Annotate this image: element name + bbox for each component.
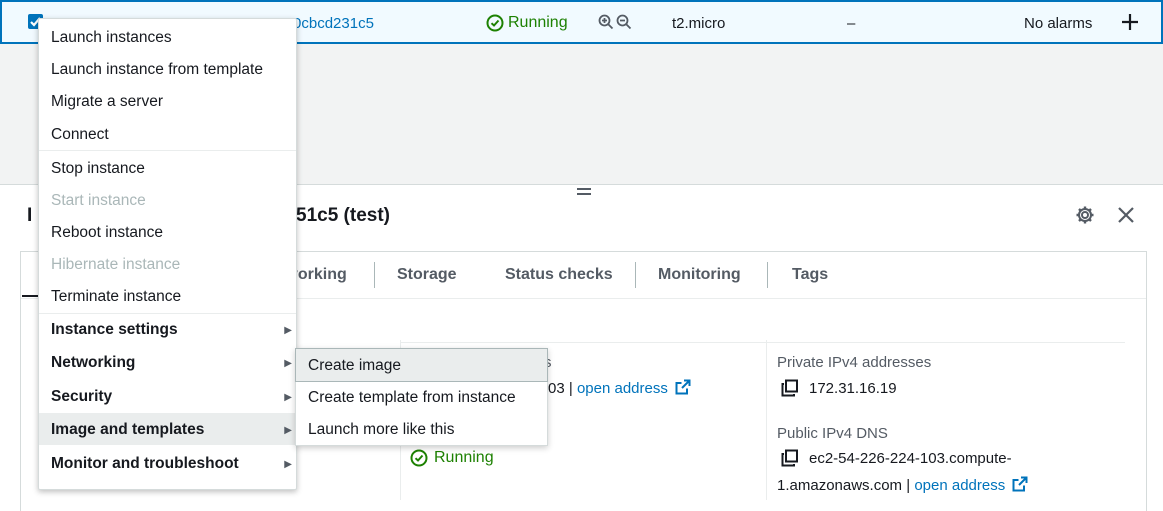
details-title: 51c5 (test) bbox=[296, 205, 390, 226]
instance-state: Running bbox=[486, 14, 568, 32]
menu-item-migrate-server[interactable]: Migrate a server bbox=[51, 93, 163, 111]
external-link-icon[interactable] bbox=[675, 379, 691, 395]
menu-item-launch-more-like-this[interactable]: Launch more like this bbox=[308, 421, 454, 439]
submenu-arrow-icon: ▶ bbox=[284, 358, 292, 369]
menu-item-create-image[interactable]: Create image bbox=[308, 357, 401, 375]
submenu-arrow-icon: ▶ bbox=[284, 392, 292, 403]
divider bbox=[400, 342, 1125, 343]
menu-item-security[interactable]: Security bbox=[51, 388, 112, 406]
zoom-in-icon[interactable] bbox=[598, 14, 614, 30]
copy-icon[interactable] bbox=[781, 379, 799, 397]
public-ip-value: 03 | open address bbox=[548, 379, 691, 397]
private-ipv4-label: Private IPv4 addresses bbox=[777, 354, 932, 371]
open-address-link[interactable]: open address bbox=[914, 477, 1005, 494]
instance-type: t2.micro bbox=[672, 15, 726, 32]
menu-item-terminate-instance[interactable]: Terminate instance bbox=[51, 288, 181, 306]
menu-item-launch-instances[interactable]: Launch instances bbox=[51, 29, 172, 47]
menu-item-instance-settings[interactable]: Instance settings bbox=[51, 321, 178, 339]
external-link-icon[interactable] bbox=[1012, 476, 1028, 492]
menu-separator bbox=[39, 150, 296, 151]
instance-state-actions-menu: Launch instances Launch instance from te… bbox=[38, 18, 297, 490]
tab-monitoring[interactable]: Monitoring bbox=[658, 266, 741, 284]
menu-item-connect[interactable]: Connect bbox=[51, 126, 109, 144]
details-title-start: I bbox=[27, 205, 33, 226]
collapse-section-icon[interactable] bbox=[22, 295, 38, 297]
private-ipv4-text: 172.31.16.19 bbox=[809, 379, 897, 397]
menu-item-networking[interactable]: Networking bbox=[51, 354, 135, 372]
resize-drag-handle[interactable] bbox=[577, 188, 591, 196]
add-alarm-plus-icon[interactable] bbox=[1120, 12, 1140, 32]
instance-state-label: Running bbox=[508, 14, 568, 31]
public-dns-value-line2: 1.amazonaws.com | open address bbox=[777, 476, 1028, 494]
tab-tags[interactable]: Tags bbox=[792, 266, 828, 284]
close-icon[interactable] bbox=[1117, 206, 1135, 224]
tab-separator bbox=[635, 262, 636, 288]
instance-state-detail: Running bbox=[410, 449, 494, 467]
submenu-arrow-icon: ▶ bbox=[284, 325, 292, 336]
status-success-icon bbox=[410, 449, 428, 467]
private-ipv4-value: 172.31.16.19 bbox=[781, 379, 897, 397]
empty-cell-dash: – bbox=[847, 15, 856, 32]
instance-state-detail-label: Running bbox=[434, 449, 494, 466]
menu-separator bbox=[39, 313, 296, 314]
alarm-status: No alarms bbox=[1024, 15, 1093, 32]
menu-item-create-template[interactable]: Create template from instance bbox=[308, 389, 516, 407]
tab-separator bbox=[374, 262, 375, 288]
public-dns-label: Public IPv4 DNS bbox=[777, 425, 888, 442]
menu-item-launch-from-template[interactable]: Launch instance from template bbox=[51, 61, 263, 79]
zoom-out-icon[interactable] bbox=[616, 14, 632, 30]
tab-separator bbox=[767, 262, 768, 288]
public-dns-line2: 1.amazonaws.com bbox=[777, 477, 903, 494]
menu-item-monitor-troubleshoot[interactable]: Monitor and troubleshoot bbox=[51, 455, 239, 473]
status-success-icon bbox=[486, 14, 504, 32]
tab-storage[interactable]: Storage bbox=[397, 266, 457, 284]
menu-item-hibernate-instance: Hibernate instance bbox=[51, 256, 181, 273]
zoom-controls bbox=[598, 14, 632, 30]
gear-icon[interactable] bbox=[1075, 205, 1095, 225]
public-ip-fragment: 03 bbox=[548, 380, 565, 397]
open-address-link[interactable]: open address bbox=[577, 380, 668, 397]
copy-icon[interactable] bbox=[781, 449, 799, 467]
column-divider bbox=[766, 340, 767, 500]
tab-status-checks[interactable]: Status checks bbox=[505, 266, 613, 284]
menu-item-reboot-instance[interactable]: Reboot instance bbox=[51, 224, 163, 242]
submenu-arrow-icon: ▶ bbox=[284, 459, 292, 470]
menu-item-stop-instance[interactable]: Stop instance bbox=[51, 160, 145, 178]
submenu-arrow-icon: ▶ bbox=[284, 425, 292, 436]
tab-networking[interactable]: vorking bbox=[289, 266, 347, 284]
image-templates-submenu: Create image Create template from instan… bbox=[295, 348, 548, 446]
public-dns-line1: ec2-54-226-224-103.compute- bbox=[809, 449, 1012, 467]
public-dns-value: ec2-54-226-224-103.compute- bbox=[781, 449, 1012, 467]
menu-item-start-instance: Start instance bbox=[51, 192, 146, 209]
menu-item-image-and-templates[interactable]: Image and templates bbox=[51, 421, 204, 439]
